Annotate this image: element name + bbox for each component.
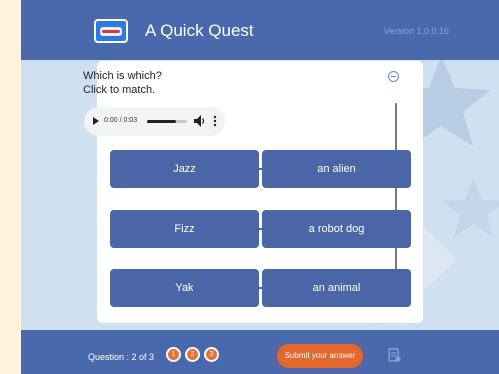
logo-stripe <box>102 30 120 33</box>
header-bar: A Quick Quest Version 1.0.0.16 <box>21 0 499 60</box>
match-left-jazz[interactable]: Jazz <box>110 150 259 188</box>
question-prompt: Which is which? Click to match. <box>83 69 162 97</box>
star-shape-2 <box>442 178 499 237</box>
prompt-line-1: Which is which? <box>83 70 162 82</box>
audio-seek-bar[interactable] <box>147 120 187 123</box>
audio-player: 0:00 / 0:03 <box>84 107 225 136</box>
submit-answer-button[interactable]: Submit your answer <box>277 344 363 368</box>
audio-time: 0:00 / 0:03 <box>104 117 138 124</box>
minus-circle-icon[interactable] <box>388 71 399 82</box>
more-vertical-icon[interactable] <box>212 113 218 129</box>
version-label: Version 1.0.0.16 <box>383 26 449 36</box>
match-left-fizz[interactable]: Fizz <box>110 210 259 248</box>
quest-app: A Quick Quest Version 1.0.0.16 <box>21 0 499 374</box>
match-right-an-alien[interactable]: an alien <box>262 150 411 188</box>
audio-seek-fill <box>147 120 176 123</box>
question-dot-1[interactable]: 1 <box>166 347 181 362</box>
match-right-an-animal[interactable]: an animal <box>262 269 411 307</box>
page: A Quick Quest Version 1.0.0.16 Which is … <box>0 0 499 374</box>
star-shape-3 <box>423 225 456 292</box>
play-icon[interactable] <box>93 117 99 125</box>
match-right-a-robot-dog[interactable]: a robot dog <box>262 210 411 248</box>
question-dot-3[interactable]: 3 <box>204 347 219 362</box>
prompt-line-2: Click to match. <box>83 84 156 96</box>
quest-logo-icon <box>94 19 128 43</box>
question-dot-2[interactable]: 2 <box>185 347 200 362</box>
volume-icon[interactable] <box>192 113 206 129</box>
app-title: A Quick Quest <box>145 21 254 40</box>
question-counter: Question : 2 of 3 <box>88 352 155 362</box>
match-left-yak[interactable]: Yak <box>110 269 259 307</box>
card-scrollbar[interactable] <box>395 103 397 289</box>
notes-icon[interactable] <box>386 347 402 363</box>
